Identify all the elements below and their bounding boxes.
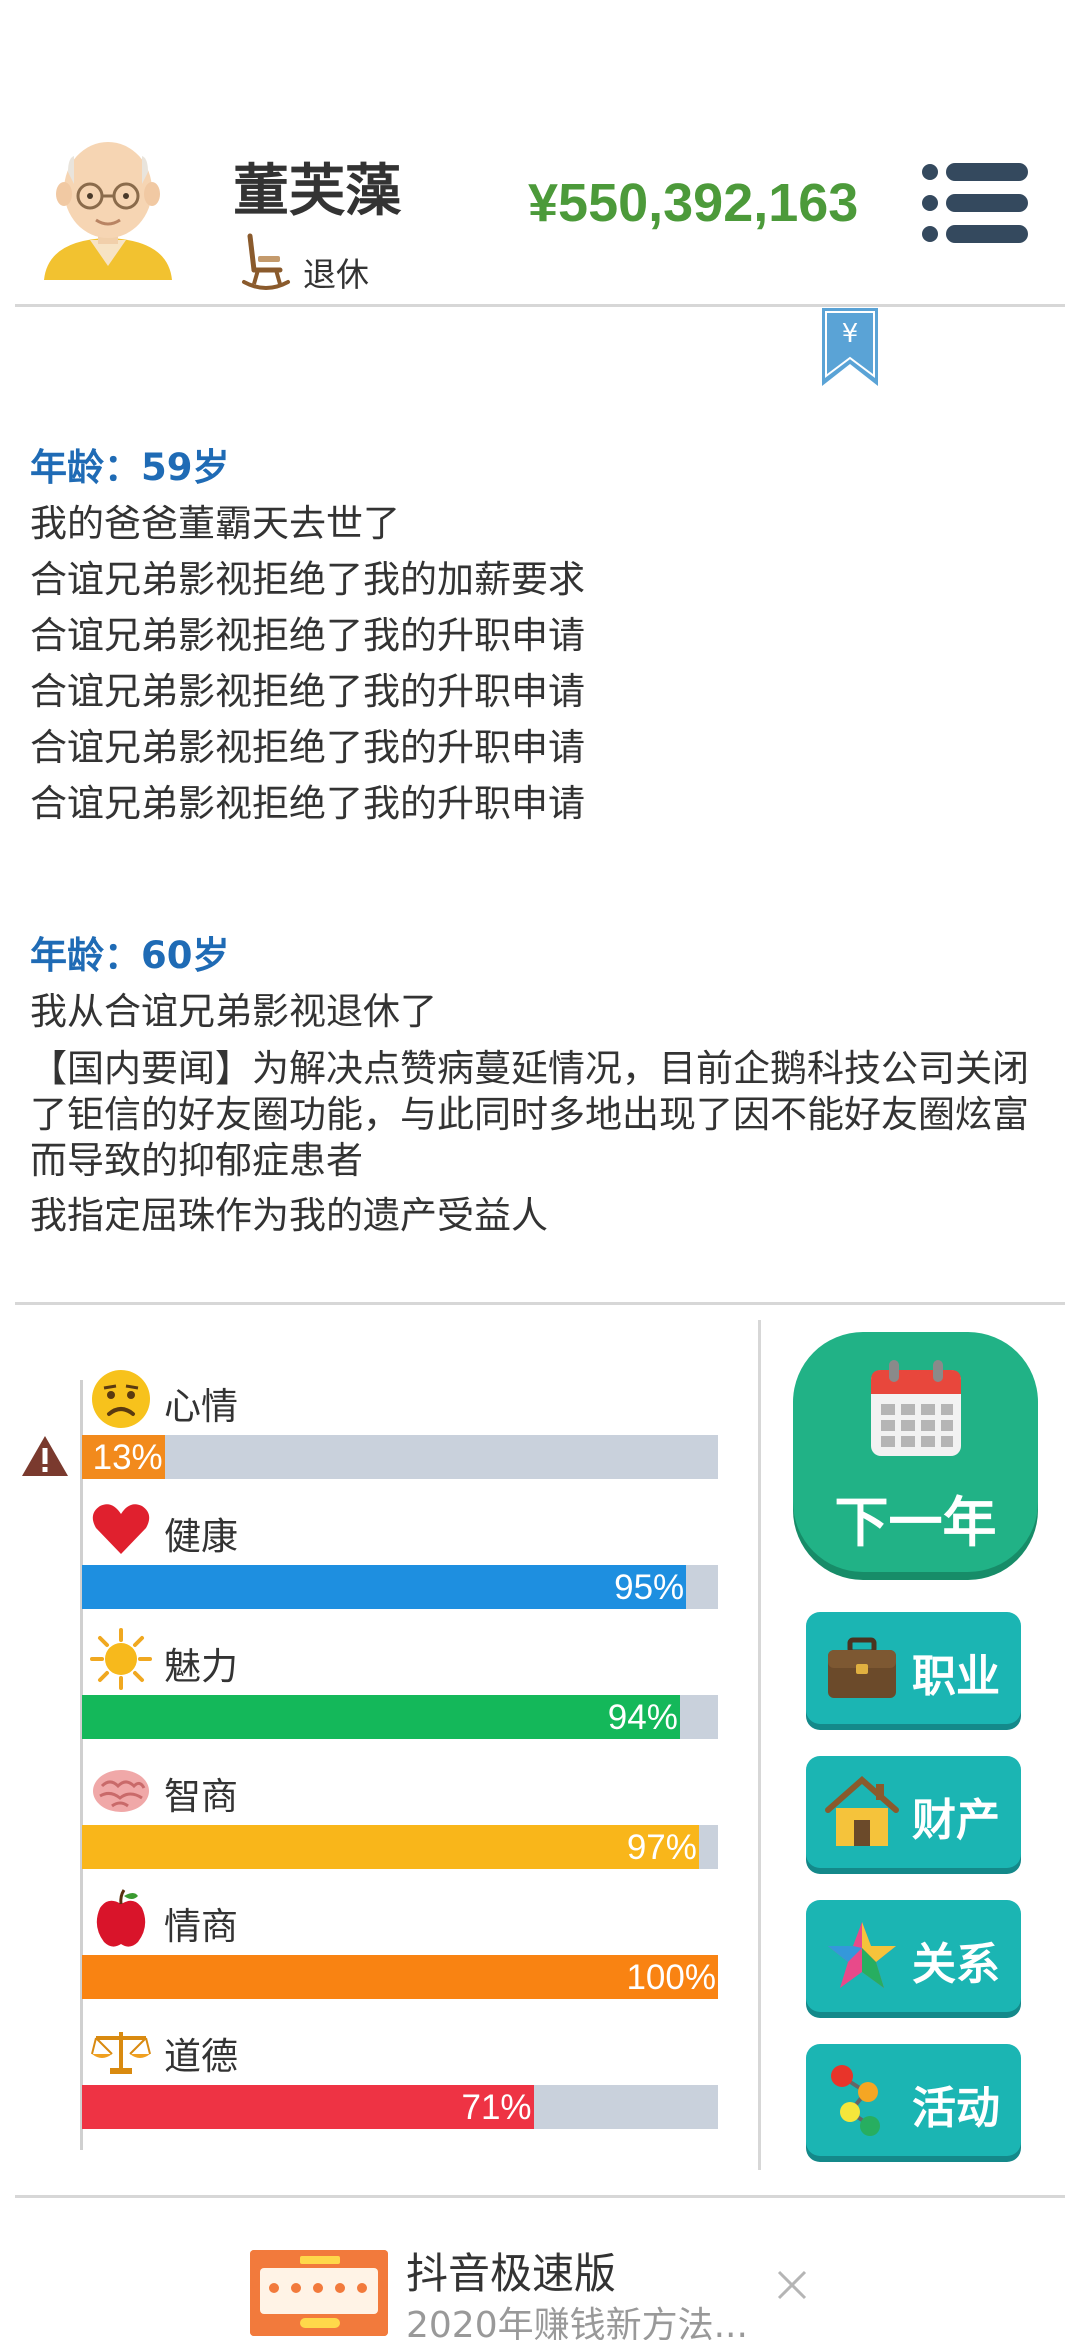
- stat-bar-fill: 97%: [82, 1825, 699, 1869]
- character-name: 董芙藻: [233, 159, 401, 224]
- stat-label: 道德: [164, 2035, 238, 2078]
- stat-mood: 心情 13%: [82, 1368, 718, 1498]
- stat-bar-track: 71%: [82, 2085, 718, 2129]
- news-event: 【国内要闻】为解决点赞病蔓延情况，目前企鹅科技公司关闭了钜信的好友圈功能，与此同…: [30, 1047, 1029, 1182]
- status-label: 退休: [303, 255, 369, 294]
- money-balance: ¥550,392,163: [528, 173, 859, 233]
- event-line: 我指定屈珠作为我的遗产受益人: [30, 1194, 548, 1237]
- event-line: 合谊兄弟影视拒绝了我的升职申请: [30, 782, 585, 825]
- svg-text:¥: ¥: [842, 319, 859, 349]
- life-event-log: 年龄：59岁 我的爸爸董霸天去世了 合谊兄弟影视拒绝了我的加薪要求 合谊兄弟影视…: [30, 440, 1040, 1340]
- brain-icon: [93, 1770, 149, 1812]
- event-line: 合谊兄弟影视拒绝了我的升职申请: [30, 614, 585, 657]
- house-icon: [825, 1775, 899, 1846]
- sun-icon: [90, 1628, 152, 1690]
- header-divider: [15, 304, 1065, 307]
- stat-value: 13%: [92, 1438, 163, 1477]
- stat-label: 情商: [164, 1905, 238, 1948]
- stat-bar-fill: 100%: [82, 1955, 718, 1999]
- stat-label: 智商: [164, 1775, 238, 1818]
- activity-dots-icon: [831, 2065, 880, 2136]
- apple-icon: [96, 1889, 146, 1947]
- assets-button[interactable]: 财产: [806, 1756, 1021, 1868]
- stat-bar-track: 95%: [82, 1565, 718, 1609]
- star-icon: [828, 1922, 896, 1988]
- stat-bar-track: 94%: [82, 1695, 718, 1739]
- briefcase-icon: [828, 1637, 896, 1698]
- relations-label: 关系: [912, 1939, 1000, 1990]
- next-year-label: 下一年: [834, 1491, 997, 1554]
- warning-icon: [22, 1436, 68, 1476]
- event-line: 合谊兄弟影视拒绝了我的升职申请: [30, 670, 585, 713]
- yuan-bookmark-icon[interactable]: ¥: [822, 308, 878, 386]
- sad-face-icon: [92, 1370, 150, 1428]
- stat-bar-track: 13%: [82, 1435, 718, 1479]
- year-block: 年龄：59岁 我的爸爸董霸天去世了 合谊兄弟影视拒绝了我的加薪要求 合谊兄弟影视…: [30, 440, 1040, 832]
- event-line: 合谊兄弟影视拒绝了我的加薪要求: [30, 558, 585, 601]
- stat-value: 100%: [626, 1958, 716, 1997]
- rocking-chair-icon: [242, 233, 290, 290]
- age-heading: 年龄：60岁: [30, 934, 230, 977]
- event-line: 合谊兄弟影视拒绝了我的升职申请: [30, 726, 585, 769]
- ad-thumbnail-graphic: [250, 2250, 388, 2336]
- stat-iq: 智商 97%: [82, 1758, 718, 1888]
- ad-banner[interactable]: 抖音极速版 2020年赚钱新方法...: [250, 2238, 810, 2340]
- ad-thumbnail: [250, 2250, 388, 2336]
- career-button[interactable]: 职业: [806, 1612, 1021, 1724]
- activities-button[interactable]: 活动: [806, 2044, 1021, 2156]
- next-year-button[interactable]: 下一年: [793, 1332, 1038, 1572]
- calendar-icon: [871, 1360, 961, 1456]
- stats-divider: [15, 1302, 1065, 1305]
- stat-bar-fill: 71%: [82, 2085, 534, 2129]
- stat-bar-fill: 95%: [82, 1565, 687, 1609]
- stat-label: 心情: [164, 1385, 238, 1428]
- relations-button[interactable]: 关系: [806, 1900, 1021, 2012]
- stat-bar-fill: 94%: [82, 1695, 680, 1739]
- close-icon[interactable]: [775, 2268, 809, 2302]
- menu-list-icon[interactable]: [920, 160, 1030, 246]
- assets-label: 财产: [912, 1795, 1000, 1846]
- stats-vertical-divider: [758, 1320, 761, 2170]
- stat-value: 97%: [626, 1828, 697, 1867]
- activities-label: 活动: [912, 2083, 1000, 2134]
- stat-bar-track: 100%: [82, 1955, 718, 1999]
- stat-charm: 魅力 94%: [82, 1628, 718, 1758]
- event-line: 我的爸爸董霸天去世了: [30, 502, 400, 545]
- ad-divider: [15, 2195, 1065, 2198]
- stat-value: 95%: [614, 1568, 685, 1607]
- event-line: 我从合谊兄弟影视退休了: [30, 990, 437, 1033]
- stat-label: 魅力: [164, 1645, 238, 1688]
- stat-value: 71%: [461, 2088, 532, 2127]
- stat-label: 健康: [164, 1515, 238, 1558]
- stat-value: 94%: [607, 1698, 678, 1737]
- ad-subtitle: 2020年赚钱新方法...: [406, 2305, 748, 2340]
- age-heading: 年龄：59岁: [30, 446, 230, 489]
- stat-bar-track: 97%: [82, 1825, 718, 1869]
- heart-icon: [92, 1504, 150, 1554]
- stat-morality: 道德 71%: [82, 2018, 718, 2148]
- year-block: 年龄：60岁 我从合谊兄弟影视退休了 【国内要闻】为解决点赞病蔓延情况，目前企鹅…: [30, 928, 1040, 1244]
- stat-eq: 情商 100%: [82, 1888, 718, 2018]
- career-label: 职业: [912, 1651, 1000, 1702]
- elderly-avatar: [44, 142, 172, 280]
- profile-header: 董芙藻 退休 ¥550,392,163: [0, 0, 1080, 305]
- stat-health: 健康 95%: [82, 1498, 718, 1628]
- ad-title: 抖音极速版: [406, 2249, 617, 2298]
- scales-icon: [91, 2032, 151, 2074]
- stat-bar-fill: 13%: [82, 1435, 165, 1479]
